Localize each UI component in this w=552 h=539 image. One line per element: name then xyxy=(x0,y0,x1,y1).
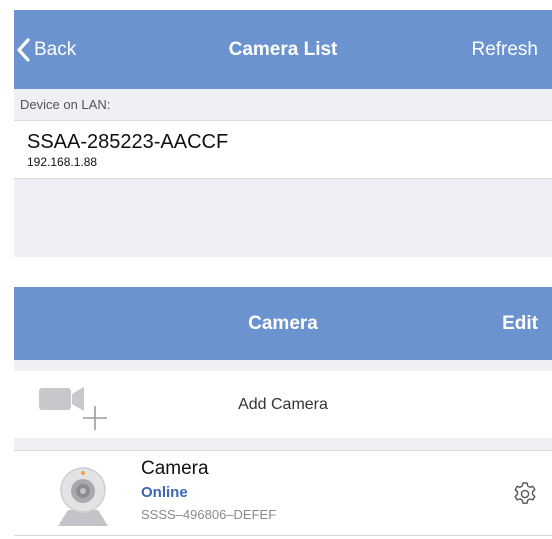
lan-section-label: Device on LAN: xyxy=(20,97,111,112)
edit-button[interactable]: Edit xyxy=(502,287,538,360)
section-spacer xyxy=(14,257,552,287)
refresh-button[interactable]: Refresh xyxy=(471,10,538,89)
screen: Back Camera List Refresh Device on LAN: … xyxy=(14,10,552,539)
section-spacer xyxy=(14,360,552,371)
lan-device-row[interactable]: SSAA-285223-AACCF 192.168.1.88 xyxy=(14,121,552,179)
gear-icon[interactable] xyxy=(512,481,538,507)
lan-section-header: Device on LAN: xyxy=(14,89,552,121)
camera-list-item[interactable]: Camera Online SSSS–496806–DEFEF xyxy=(14,451,552,536)
camera-name: Camera xyxy=(141,458,209,479)
camera-uid: SSSS–496806–DEFEF xyxy=(141,507,277,522)
section-spacer xyxy=(14,179,552,257)
lan-device-name: SSAA-285223-AACCF xyxy=(27,131,229,153)
add-camera-label: Add Camera xyxy=(238,396,328,413)
webcam-icon xyxy=(58,467,108,526)
camera-section-title: Camera xyxy=(248,313,318,334)
status-badge: Online xyxy=(141,484,188,501)
camera-section-bar: Camera Edit xyxy=(14,287,552,360)
section-spacer xyxy=(14,438,552,451)
add-camera-row[interactable]: Add Camera xyxy=(14,371,552,438)
top-navigation-bar: Back Camera List Refresh xyxy=(14,10,552,89)
lan-device-ip: 192.168.1.88 xyxy=(27,155,98,169)
